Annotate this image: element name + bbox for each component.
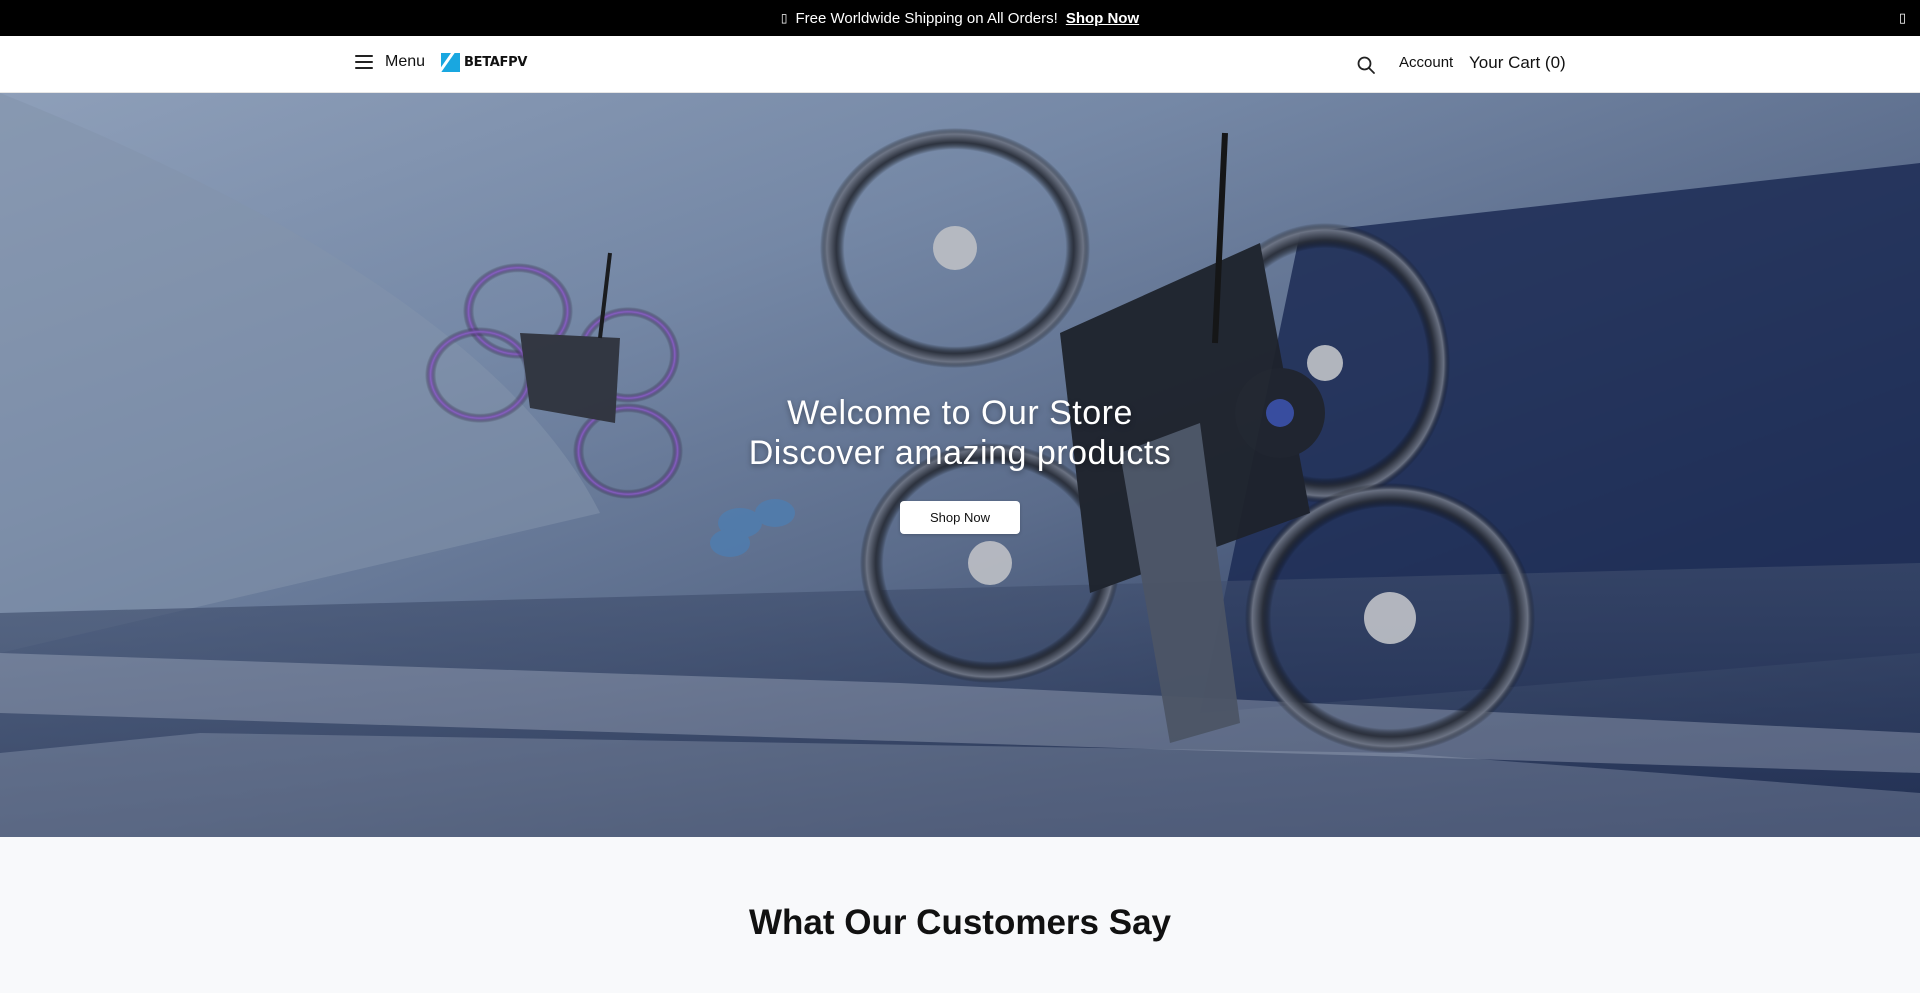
account-link[interactable]: Account xyxy=(1399,54,1453,71)
shop-now-button[interactable]: Shop Now xyxy=(900,501,1020,534)
truck-icon: ▯ xyxy=(780,11,788,25)
hero-title-line1: Welcome to Our Store xyxy=(787,394,1133,432)
hero-title: Welcome to Our Store Discover amazing pr… xyxy=(0,393,1920,473)
testimonials-title: What Our Customers Say xyxy=(748,903,1172,942)
hero-title-line2: Discover amazing products xyxy=(748,434,1172,472)
testimonials-section: What Our Customers Say xyxy=(0,837,1920,993)
hero-banner: Welcome to Our Store Discover amazing pr… xyxy=(0,93,1920,837)
logo-mark-icon xyxy=(441,53,460,72)
site-header: Menu BETAFPV Account Your Cart (0) xyxy=(0,36,1920,93)
cart-link[interactable]: Your Cart (0) xyxy=(1469,53,1566,73)
announcement-text: Free Worldwide Shipping on All Orders! xyxy=(795,9,1058,27)
close-icon[interactable]: ▯ xyxy=(1899,10,1906,26)
search-icon[interactable] xyxy=(1356,55,1376,75)
announcement-shop-now-link[interactable]: Shop Now xyxy=(1066,10,1139,27)
menu-button[interactable]: Menu xyxy=(355,53,425,71)
announcement-bar: ▯ Free Worldwide Shipping on All Orders!… xyxy=(0,0,1920,36)
menu-label: Menu xyxy=(385,53,426,70)
logo[interactable]: BETAFPV xyxy=(441,53,527,72)
logo-text: BETAFPV xyxy=(464,55,528,70)
hamburger-icon xyxy=(355,55,373,69)
